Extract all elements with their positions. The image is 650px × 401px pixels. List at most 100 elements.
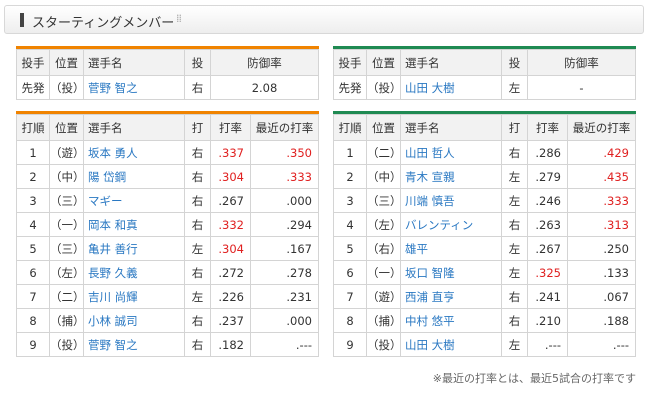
batter-name-link[interactable]: 山田 哲人 xyxy=(400,140,502,165)
pitcher-role: 先発 xyxy=(16,75,50,100)
batter-name-link[interactable]: 山田 大樹 xyxy=(400,332,502,357)
batting-average: .237 xyxy=(210,308,251,333)
right-batters-table: 打順 位置 選手名打打率 最近の打率 1 （二） 山田 哲人右 .286.429 2 （中） 青木 … xyxy=(333,114,636,357)
batter-position: （一） xyxy=(49,212,84,237)
batter-name-link[interactable]: 岡本 和真 xyxy=(83,212,185,237)
batter-position: （遊） xyxy=(366,284,401,309)
col-header: 位置 xyxy=(366,49,401,76)
col-header: 防御率 xyxy=(210,49,319,76)
recent-average: .133 xyxy=(567,260,636,285)
recent-average: .313 xyxy=(567,212,636,237)
batter-header-row: 打順 位置 選手名打打率 最近の打率 xyxy=(333,114,636,141)
batter-name-link[interactable]: 菅野 智之 xyxy=(83,332,185,357)
batter-name-link[interactable]: 西浦 直亨 xyxy=(400,284,502,309)
left-batters-panel: 打順 位置 選手名打打率 最近の打率 1 （遊） 坂本 勇人右 .337.350 2 （中）陽 岱… xyxy=(16,111,319,357)
batter-name-link[interactable]: マギー xyxy=(83,188,185,213)
batter-hand: 右 xyxy=(501,284,528,309)
batter-name-link[interactable]: 亀井 善行 xyxy=(83,236,185,261)
batting-order: 9 xyxy=(16,332,50,357)
pitcher-position: （投） xyxy=(366,75,401,100)
batter-name-link[interactable]: 青木 宣親 xyxy=(400,164,502,189)
col-header: 選手名 xyxy=(400,114,502,141)
batter-name-link[interactable]: 長野 久義 xyxy=(83,260,185,285)
batter-row: 8 （捕） 中村 悠平右 .210.188 xyxy=(333,308,636,333)
batter-name-link[interactable]: 坂本 勇人 xyxy=(83,140,185,165)
batter-position: （一） xyxy=(366,260,401,285)
batter-position: （捕） xyxy=(366,308,401,333)
pitcher-header-row: 投手 位置 選手名 投 防御率 xyxy=(16,49,319,76)
pitcher-name-link[interactable]: 山田 大樹 xyxy=(400,75,502,100)
batting-average: .337 xyxy=(210,140,251,165)
recent-average: .250 xyxy=(567,236,636,261)
batter-row: 5 （右） 雄平左 .267.250 xyxy=(333,236,636,261)
col-header: 位置 xyxy=(366,114,401,141)
right-batters-panel: 打順 位置 選手名打打率 最近の打率 1 （二） 山田 哲人右 .286.429 2 （中） 青木 … xyxy=(333,111,636,357)
col-header: 打 xyxy=(184,114,211,141)
batter-row: 2 （中）陽 岱鋼右 .304.333 xyxy=(16,164,319,189)
batter-name-link[interactable]: バレンティン xyxy=(400,212,502,237)
batting-order: 5 xyxy=(16,236,50,261)
batter-name-link[interactable]: 中村 悠平 xyxy=(400,308,502,333)
batting-average: .246 xyxy=(527,188,568,213)
batter-row: 8 （捕） 小林 誠司右 .237.000 xyxy=(16,308,319,333)
batter-hand: 左 xyxy=(501,236,528,261)
batter-row: 5 （三） 亀井 善行左 .304.167 xyxy=(16,236,319,261)
col-header: 投手 xyxy=(333,49,367,76)
batting-average: .263 xyxy=(527,212,568,237)
batter-hand: 右 xyxy=(184,332,211,357)
right-pitcher-table: 投手 位置 選手名 投 防御率 先発 （投） 山田 大樹 左 - xyxy=(333,49,636,100)
batter-name-link[interactable]: 雄平 xyxy=(400,236,502,261)
batter-hand: 右 xyxy=(501,308,528,333)
batting-average: .272 xyxy=(210,260,251,285)
pitcher-name-link[interactable]: 菅野 智之 xyxy=(83,75,185,100)
pitcher-row: 先発 （投） 山田 大樹 左 - xyxy=(333,75,636,100)
batting-average: .286 xyxy=(527,140,568,165)
pitcher-hand: 左 xyxy=(501,75,528,100)
batting-order: 5 xyxy=(333,236,367,261)
batting-order: 8 xyxy=(16,308,50,333)
batter-hand: 右 xyxy=(184,212,211,237)
section-header: スターティングメンバー ⁞⁞ xyxy=(4,5,644,34)
recent-average: .--- xyxy=(250,332,319,357)
recent-average: .435 xyxy=(567,164,636,189)
batter-hand: 左 xyxy=(184,236,211,261)
right-pitcher-panel: 投手 位置 選手名 投 防御率 先発 （投） 山田 大樹 左 - xyxy=(333,46,636,100)
col-header: 打 xyxy=(501,114,528,141)
batter-name-link[interactable]: 川端 慎吾 xyxy=(400,188,502,213)
batter-position: （捕） xyxy=(49,308,84,333)
batting-order: 7 xyxy=(333,284,367,309)
col-header: 打率 xyxy=(527,114,568,141)
col-header: 打順 xyxy=(16,114,50,141)
batter-hand: 右 xyxy=(184,140,211,165)
batter-position: （二） xyxy=(49,284,84,309)
batting-order: 4 xyxy=(16,212,50,237)
recent-average: .067 xyxy=(567,284,636,309)
batting-order: 9 xyxy=(333,332,367,357)
col-header: 最近の打率 xyxy=(250,114,319,141)
batter-hand: 左 xyxy=(501,332,528,357)
recent-average: .333 xyxy=(567,188,636,213)
recent-average: .429 xyxy=(567,140,636,165)
batter-hand: 左 xyxy=(184,284,211,309)
batter-position: （中） xyxy=(49,164,84,189)
batter-position: （三） xyxy=(49,236,84,261)
batter-name-link[interactable]: 陽 岱鋼 xyxy=(83,164,185,189)
pitcher-position: （投） xyxy=(49,75,84,100)
recent-average: .188 xyxy=(567,308,636,333)
left-pitcher-table: 投手 位置 選手名 投 防御率 先発 （投） 菅野 智之 右 2.08 xyxy=(16,49,319,100)
batting-order: 3 xyxy=(333,188,367,213)
section-title: スターティングメンバー xyxy=(32,16,175,31)
batting-order: 6 xyxy=(16,260,50,285)
batter-hand: 右 xyxy=(184,308,211,333)
batter-name-link[interactable]: 坂口 智隆 xyxy=(400,260,502,285)
batter-name-link[interactable]: 小林 誠司 xyxy=(83,308,185,333)
batter-position: （中） xyxy=(366,164,401,189)
recent-average: .000 xyxy=(250,188,319,213)
batter-row: 7 （遊） 西浦 直亨右 .241.067 xyxy=(333,284,636,309)
recent-average: .294 xyxy=(250,212,319,237)
batter-position: （投） xyxy=(366,332,401,357)
recent-average: .350 xyxy=(250,140,319,165)
batter-position: （二） xyxy=(366,140,401,165)
batter-position: （三） xyxy=(366,188,401,213)
batter-name-link[interactable]: 吉川 尚輝 xyxy=(83,284,185,309)
